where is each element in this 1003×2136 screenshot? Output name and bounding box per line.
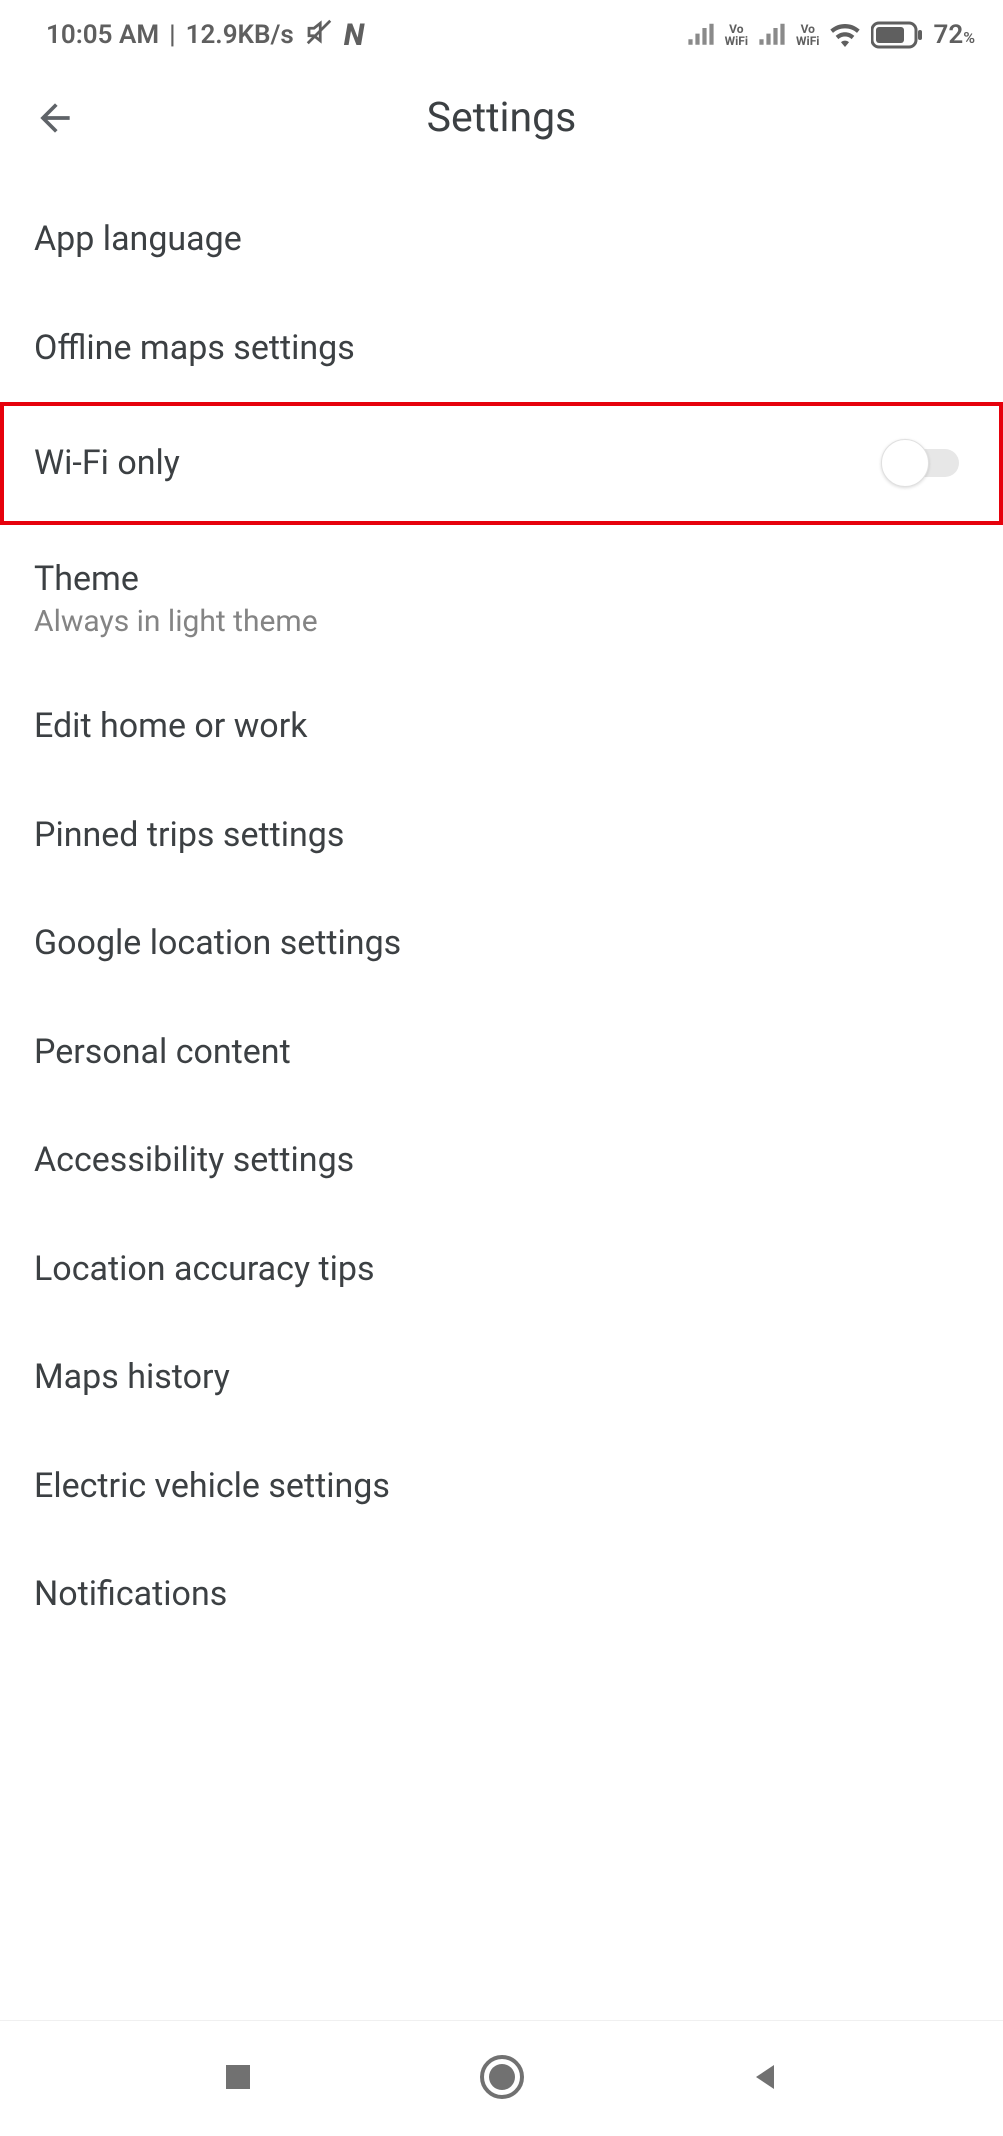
home-button[interactable]	[477, 2052, 527, 2106]
vowifi-icon-1: Vo WiFi	[725, 23, 748, 47]
item-label: Offline maps settings	[34, 327, 355, 370]
item-label: Personal content	[34, 1031, 291, 1074]
battery-icon	[871, 21, 923, 49]
item-google-location-settings[interactable]: Google location settings	[0, 889, 1003, 998]
item-label: Wi-Fi only	[34, 442, 180, 485]
item-accessibility-settings[interactable]: Accessibility settings	[0, 1106, 1003, 1215]
item-label: App language	[34, 218, 242, 261]
item-label: Theme	[34, 558, 969, 601]
item-label: Google location settings	[34, 922, 401, 965]
item-electric-vehicle-settings[interactable]: Electric vehicle settings	[0, 1432, 1003, 1541]
system-nav-bar	[0, 2020, 1003, 2136]
item-edit-home-work[interactable]: Edit home or work	[0, 672, 1003, 781]
item-label: Notifications	[34, 1573, 227, 1616]
status-divider: |	[169, 20, 176, 50]
status-time: 10:05 AM	[46, 20, 159, 50]
item-app-language[interactable]: App language	[0, 185, 1003, 294]
battery-percentage: 72%	[933, 20, 975, 50]
item-label: Edit home or work	[34, 705, 307, 748]
item-personal-content[interactable]: Personal content	[0, 998, 1003, 1107]
vowifi-icon-2: Vo WiFi	[796, 23, 819, 47]
signal-icon	[687, 23, 715, 47]
item-label: Pinned trips settings	[34, 814, 344, 857]
item-wifi-only[interactable]: Wi-Fi only	[0, 402, 1003, 525]
toggle-thumb	[881, 439, 929, 487]
item-label: Maps history	[34, 1356, 230, 1399]
item-location-accuracy-tips[interactable]: Location accuracy tips	[0, 1215, 1003, 1324]
item-label: Accessibility settings	[34, 1139, 354, 1182]
wifi-only-toggle[interactable]	[887, 449, 959, 477]
item-notifications[interactable]: Notifications	[0, 1540, 1003, 1649]
item-theme[interactable]: Theme Always in light theme	[0, 525, 1003, 673]
app-bar: Settings	[0, 70, 1003, 165]
status-bar: 10:05 AM | 12.9KB/s N Vo WiFi Vo WiFi	[0, 0, 1003, 70]
item-label: Electric vehicle settings	[34, 1465, 390, 1508]
recent-apps-button[interactable]	[220, 2059, 256, 2099]
back-nav-button[interactable]	[747, 2059, 783, 2099]
item-pinned-trips[interactable]: Pinned trips settings	[0, 781, 1003, 890]
status-net-speed: 12.9KB/s	[186, 20, 294, 50]
item-maps-history[interactable]: Maps history	[0, 1323, 1003, 1432]
wifi-icon	[829, 23, 861, 47]
item-offline-maps-settings[interactable]: Offline maps settings	[0, 294, 1003, 403]
item-sublabel: Always in light theme	[34, 604, 969, 639]
page-title: Settings	[0, 94, 1003, 142]
settings-list: App language Offline maps settings Wi-Fi…	[0, 165, 1003, 1649]
letter-n-icon: N	[344, 18, 365, 53]
mute-icon	[304, 17, 334, 54]
signal-icon-2	[758, 23, 786, 47]
item-label: Location accuracy tips	[34, 1248, 375, 1291]
